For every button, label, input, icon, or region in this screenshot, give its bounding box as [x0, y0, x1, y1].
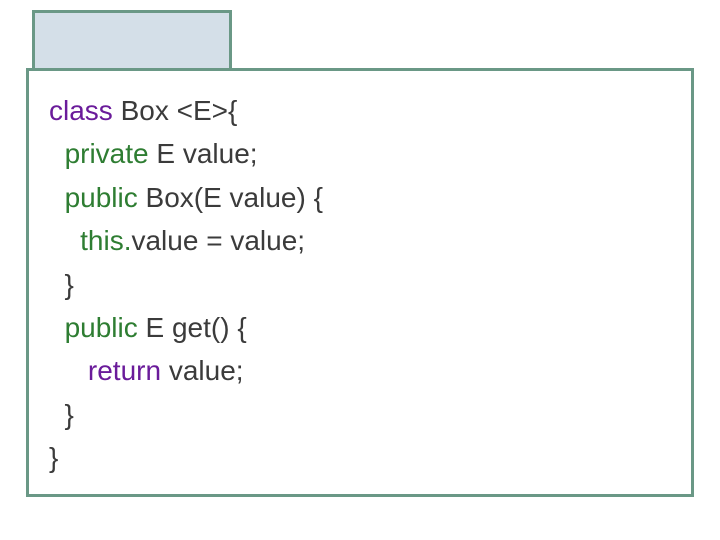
keyword-class: class	[49, 95, 113, 126]
slide: class Box <E>{ private E value; public B…	[0, 0, 720, 540]
code-text: }	[49, 442, 58, 473]
keyword-private: private	[65, 138, 149, 169]
code-text: E value;	[149, 138, 258, 169]
keyword-return: return	[88, 355, 161, 386]
keyword-public: public	[65, 312, 138, 343]
keyword-public: public	[65, 182, 138, 213]
code-box: class Box <E>{ private E value; public B…	[26, 68, 694, 497]
keyword-this: this.	[80, 225, 131, 256]
code-text: value;	[161, 355, 244, 386]
code-text: }	[49, 269, 74, 300]
code-text: E get() {	[138, 312, 247, 343]
code-text: value = value;	[131, 225, 305, 256]
code-text: }	[49, 399, 74, 430]
code-block: class Box <E>{ private E value; public B…	[49, 89, 671, 480]
code-text: Box <E>{	[113, 95, 238, 126]
code-text: Box(E value) {	[138, 182, 323, 213]
title-bar	[32, 10, 232, 72]
